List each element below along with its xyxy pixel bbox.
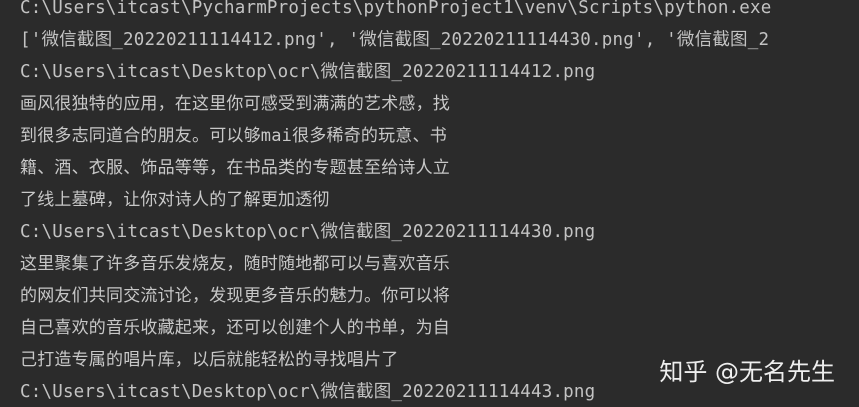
console-line-file-list: ['微信截图_20220211114412.png', '微信截图_202202… — [20, 30, 770, 50]
console-line-python-exe: C:\Users\itcast\PycharmProjects\pythonPr… — [20, 0, 772, 18]
console-output-panel: C:\Users\itcast\PycharmProjects\pythonPr… — [0, 0, 859, 407]
console-line-ocr-text: 到很多志同道合的朋友。可以够mai很多稀奇的玩意、书 — [20, 126, 447, 146]
console-line-ocr-text: 画风很独特的应用，在这里你可感受到满满的艺术感，找 — [20, 94, 450, 114]
console-line-ocr-text: 的网友们共同交流讨论，发现更多音乐的魅力。你可以将 — [20, 286, 450, 306]
console-lines: C:\Users\itcast\PycharmProjects\pythonPr… — [20, 0, 859, 407]
console-line-path-1: C:\Users\itcast\Desktop\ocr\微信截图_2022021… — [20, 62, 596, 82]
console-line-ocr-text: 了线上墓碑，让你对诗人的了解更加透彻 — [20, 190, 330, 210]
console-line-ocr-text: 这里聚集了许多音乐发烧友，随时随地都可以与喜欢音乐 — [20, 254, 450, 274]
console-line-ocr-text: 籍、酒、衣服、饰品等等，在书品类的专题甚至给诗人立 — [20, 158, 450, 178]
console-line-ocr-text: 自己喜欢的音乐收藏起来，还可以创建个人的书单，为自 — [20, 318, 450, 338]
console-line-path-2: C:\Users\itcast\Desktop\ocr\微信截图_2022021… — [20, 222, 596, 242]
zhihu-watermark: 知乎 @无名先生 — [659, 358, 835, 386]
